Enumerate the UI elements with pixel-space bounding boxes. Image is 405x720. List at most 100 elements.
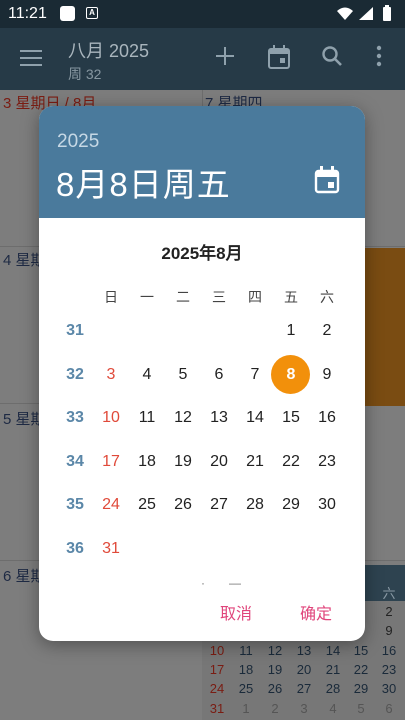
menu-icon[interactable] [20,49,42,67]
week-number: 35 [66,496,84,513]
mini-day[interactable]: 18 [233,662,259,677]
mini-day[interactable]: 19 [262,662,288,677]
event-block[interactable] [364,248,405,406]
ok-button[interactable]: 确定 [300,600,332,624]
app-subtitle: 周 32 [68,66,102,82]
mini-day[interactable]: 12 [262,643,288,658]
calendar-day[interactable]: 22 [273,453,309,471]
calendar-day[interactable]: 23 [309,453,345,471]
weekday-header: 日 [104,289,118,305]
calendar-day[interactable]: 9 [309,366,345,384]
weekday-header: 五 [284,289,298,305]
mini-day[interactable]: 22 [348,662,374,677]
calendar-day[interactable]: 11 [129,409,165,427]
calendar-day[interactable]: 15 [273,409,309,427]
calendar-day[interactable]: 4 [129,366,165,384]
calendar-day[interactable]: 26 [165,496,201,514]
mini-day[interactable]: 2 [262,701,288,716]
status-time: 11:21 [8,5,47,22]
mini-day[interactable]: 13 [291,643,317,658]
mini-day[interactable]: 23 [376,662,402,677]
scroll-hint: — [229,576,241,590]
mini-day[interactable]: 2 [376,604,402,619]
month-label: 2025年8月 [161,244,243,263]
scroll-hint: · [201,576,205,590]
notification-icon [60,6,75,21]
calendar-day[interactable]: 17 [93,453,129,471]
mini-day[interactable]: 20 [291,662,317,677]
mini-day[interactable]: 21 [320,662,346,677]
calendar-day[interactable]: 3 [93,366,129,384]
calendar-day[interactable]: 21 [237,453,273,471]
mini-day[interactable]: 27 [291,681,317,696]
mini-day[interactable]: 9 [376,623,402,638]
calendar-day[interactable]: 19 [165,453,201,471]
calendar-day-selected[interactable]: 8 [273,366,309,384]
calendar-day[interactable]: 28 [237,496,273,514]
week-number: 36 [66,540,84,557]
calendar-day[interactable]: 30 [309,496,345,514]
calendar-day[interactable]: 20 [201,453,237,471]
calendar-day[interactable]: 10 [93,409,129,427]
mini-day[interactable]: 5 [348,701,374,716]
weekday-header: 二 [176,289,190,305]
calendar-day[interactable]: 5 [165,366,201,384]
mini-day[interactable]: 4 [320,701,346,716]
calendar-day[interactable]: 6 [201,366,237,384]
mini-day[interactable]: 3 [291,701,317,716]
mini-day[interactable]: 1 [233,701,259,716]
week-number: 31 [66,322,84,339]
status-bar: 11:21 A [0,0,405,28]
selected-date: 8月8日周五 [56,166,231,203]
mini-day[interactable]: 10 [204,643,230,658]
notification-badge-icon: A [86,7,98,19]
calendar-mode-icon[interactable] [314,166,340,194]
search-icon[interactable] [321,45,343,67]
calendar-day[interactable]: 2 [309,322,345,340]
weekday-header: 六 [320,289,334,305]
calendar-day[interactable]: 13 [201,409,237,427]
calendar-day[interactable]: 24 [93,496,129,514]
mini-weekday: 六 [382,586,396,601]
mini-day[interactable]: 25 [233,681,259,696]
selected-year[interactable]: 2025 [57,131,99,153]
weekday-header: 三 [212,289,226,305]
mini-day[interactable]: 31 [204,701,230,716]
week-number: 34 [66,453,84,470]
wifi-icon [337,7,353,20]
more-icon[interactable] [375,45,383,67]
calendar-day[interactable]: 29 [273,496,309,514]
calendar-day[interactable]: 14 [237,409,273,427]
status-icons [335,5,397,28]
calendar-day[interactable]: 12 [165,409,201,427]
calendar-day[interactable]: 27 [201,496,237,514]
dialog-header: 2025 8月8日周五 [39,106,365,218]
mini-day[interactable]: 30 [376,681,402,696]
weekday-header: 四 [248,289,262,305]
week-number: 32 [66,366,84,383]
mini-day[interactable]: 26 [262,681,288,696]
calendar-day[interactable]: 1 [273,322,309,340]
mini-day[interactable]: 24 [204,681,230,696]
calendar-day[interactable]: 31 [93,540,129,558]
date-picker-dialog: 2025 8月8日周五 2025年8月 日 一 二 三 四 五 六 31 1 2… [39,106,365,641]
calendar-day[interactable]: 18 [129,453,165,471]
mini-day[interactable]: 11 [233,643,259,658]
calendar-day[interactable]: 7 [237,366,273,384]
weekday-header: 一 [140,289,154,305]
mini-day[interactable]: 17 [204,662,230,677]
mini-day[interactable]: 15 [348,643,374,658]
mini-day[interactable]: 14 [320,643,346,658]
mini-day[interactable]: 16 [376,643,402,658]
mini-day[interactable]: 29 [348,681,374,696]
app-title: 八月 2025 [68,41,150,61]
week-number: 33 [66,409,84,426]
calendar-day[interactable]: 25 [129,496,165,514]
calendar-day[interactable]: 16 [309,409,345,427]
mini-day[interactable]: 6 [376,701,402,716]
calendar-icon[interactable] [268,45,290,69]
mini-day[interactable]: 28 [320,681,346,696]
add-icon[interactable] [214,45,236,67]
cancel-button[interactable]: 取消 [220,600,252,624]
signal-icon [359,7,373,20]
